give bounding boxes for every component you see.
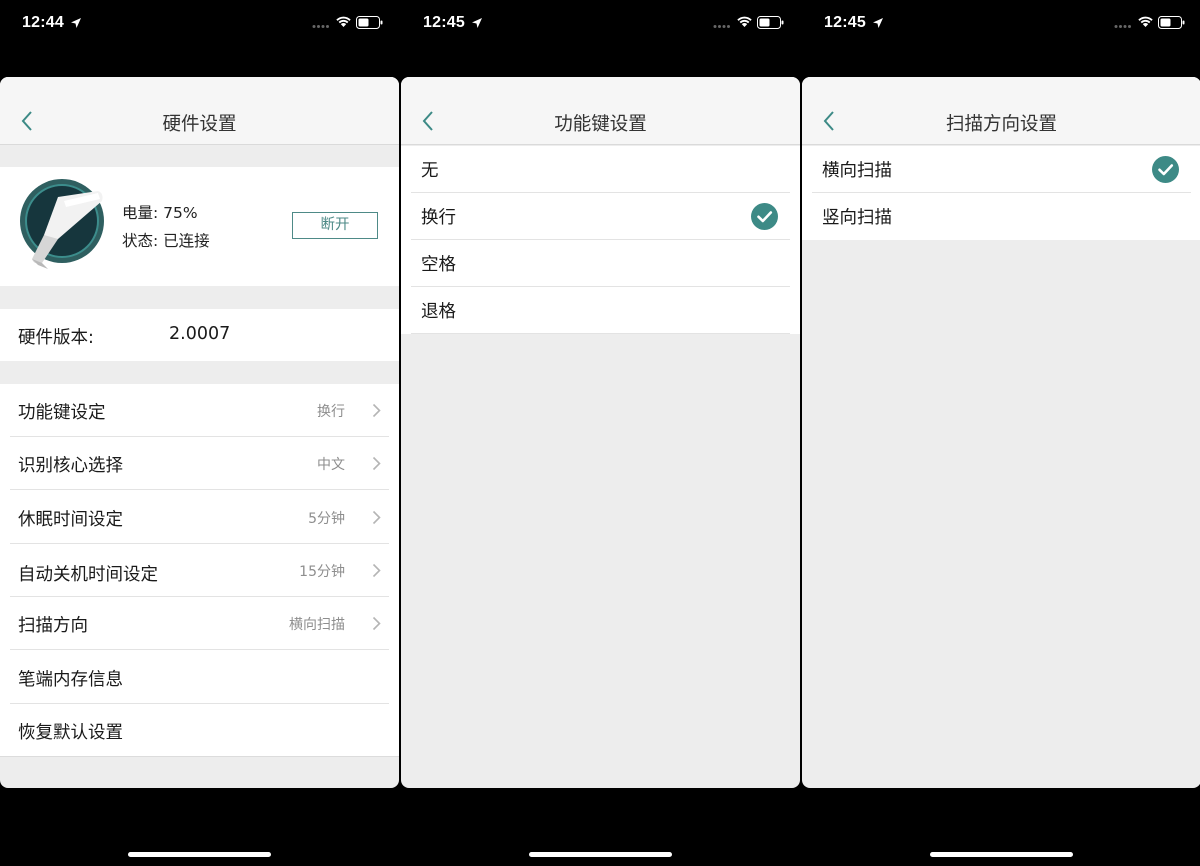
battery-value: 75%	[163, 204, 198, 222]
option-horizontal-scan[interactable]: 横向扫描	[802, 146, 1200, 193]
chevron-right-icon	[372, 616, 381, 631]
status-label: 状态:	[122, 232, 164, 250]
function-key-screen: 12:45 功能键设置 无 换行 空格 退格	[401, 0, 800, 866]
status-time: 12:44	[22, 14, 64, 31]
settings-card: 硬件设置 电量: 75% 状态: 已连接 断开 硬件版本: 2.0007 功能键…	[0, 77, 399, 788]
option-vertical-scan[interactable]: 竖向扫描	[802, 193, 1200, 240]
settings-row-recognition-core[interactable]: 识别核心选择 中文	[0, 437, 399, 490]
settings-row-value: 横向扫描	[289, 617, 345, 633]
page-title: 硬件设置	[162, 114, 237, 135]
settings-row-auto-shutdown[interactable]: 自动关机时间设定 15分钟	[0, 544, 399, 597]
status-bar: 12:45	[802, 0, 1200, 50]
settings-row-label: 识别核心选择	[18, 456, 123, 476]
option-newline[interactable]: 换行	[401, 193, 800, 240]
status-time: 12:45	[824, 14, 866, 31]
settings-row-function-key[interactable]: 功能键设定 换行	[0, 384, 399, 437]
settings-row-scan-direction[interactable]: 扫描方向 横向扫描	[0, 597, 399, 650]
version-value: 2.0007	[169, 324, 231, 344]
home-indicator[interactable]	[128, 852, 271, 857]
option-label: 退格	[421, 302, 456, 322]
row-divider	[0, 756, 399, 757]
option-backspace[interactable]: 退格	[401, 287, 800, 334]
location-arrow-icon	[71, 18, 81, 28]
connection-status: 状态: 已连接	[122, 229, 210, 251]
page-title: 功能键设置	[554, 114, 647, 135]
nav-bar: 扫描方向设置	[802, 77, 1200, 145]
settings-row-value: 换行	[317, 404, 345, 420]
wifi-icon	[336, 16, 351, 27]
settings-row-sleep-time[interactable]: 休眠时间设定 5分钟	[0, 490, 399, 544]
chevron-right-icon	[372, 456, 381, 471]
settings-row-value: 中文	[317, 457, 345, 473]
options-card: 功能键设置 无 换行 空格 退格	[401, 77, 800, 788]
settings-row-label: 自动关机时间设定	[18, 565, 158, 585]
wifi-icon	[737, 16, 752, 27]
option-none[interactable]: 无	[401, 146, 800, 193]
chevron-right-icon	[372, 403, 381, 418]
option-label: 竖向扫描	[822, 208, 892, 228]
option-label: 空格	[421, 255, 456, 275]
wifi-icon	[1138, 16, 1153, 27]
checkmark-selected-icon	[751, 203, 778, 230]
settings-row-value: 5分钟	[308, 511, 345, 527]
option-space[interactable]: 空格	[401, 240, 800, 287]
battery-label: 电量:	[122, 204, 164, 222]
chevron-right-icon	[372, 510, 381, 525]
settings-row-label: 恢复默认设置	[18, 723, 123, 743]
option-label: 横向扫描	[822, 161, 892, 181]
checkmark-selected-icon	[1152, 156, 1179, 183]
page-title: 扫描方向设置	[945, 114, 1057, 135]
status-value: 已连接	[163, 232, 210, 250]
option-label: 换行	[421, 208, 456, 228]
option-label: 无	[421, 161, 439, 181]
settings-row-memory-info[interactable]: 笔端内存信息	[0, 650, 399, 704]
hardware-version-row: 硬件版本: 2.0007	[0, 309, 399, 361]
scanner-pen-avatar-icon	[20, 179, 104, 269]
cellular-signal-icon	[713, 25, 730, 28]
location-arrow-icon	[873, 18, 883, 28]
battery-icon	[356, 16, 383, 29]
settings-row-restore-defaults[interactable]: 恢复默认设置	[0, 704, 399, 757]
battery-icon	[757, 16, 784, 29]
settings-row-label: 扫描方向	[18, 616, 88, 636]
battery-status: 电量: 75%	[122, 201, 198, 223]
location-arrow-icon	[472, 18, 482, 28]
hardware-settings-screen: 12:44 硬件设置 电量: 75% 状态: 已连接 断开 硬件版本: 2.00…	[0, 0, 399, 866]
options-card: 扫描方向设置 横向扫描 竖向扫描	[802, 77, 1200, 788]
status-bar: 12:45	[401, 0, 800, 50]
disconnect-button[interactable]: 断开	[292, 212, 378, 239]
cellular-signal-icon	[312, 25, 329, 28]
battery-icon	[1158, 16, 1185, 29]
settings-row-label: 笔端内存信息	[18, 670, 123, 690]
chevron-right-icon	[372, 563, 381, 578]
nav-bar: 功能键设置	[401, 77, 800, 145]
settings-row-label: 功能键设定	[18, 403, 106, 423]
home-indicator[interactable]	[529, 852, 672, 857]
cellular-signal-icon	[1114, 25, 1131, 28]
status-bar: 12:44	[0, 0, 399, 50]
settings-row-value: 15分钟	[299, 564, 345, 580]
scan-direction-screen: 12:45 扫描方向设置 横向扫描 竖向扫描	[802, 0, 1200, 866]
row-divider	[411, 333, 790, 334]
home-indicator[interactable]	[930, 852, 1073, 857]
device-panel: 电量: 75% 状态: 已连接 断开	[0, 167, 399, 286]
version-label: 硬件版本:	[18, 328, 94, 348]
status-time: 12:45	[423, 14, 465, 31]
settings-row-label: 休眠时间设定	[18, 510, 123, 530]
nav-bar: 硬件设置	[0, 77, 399, 145]
